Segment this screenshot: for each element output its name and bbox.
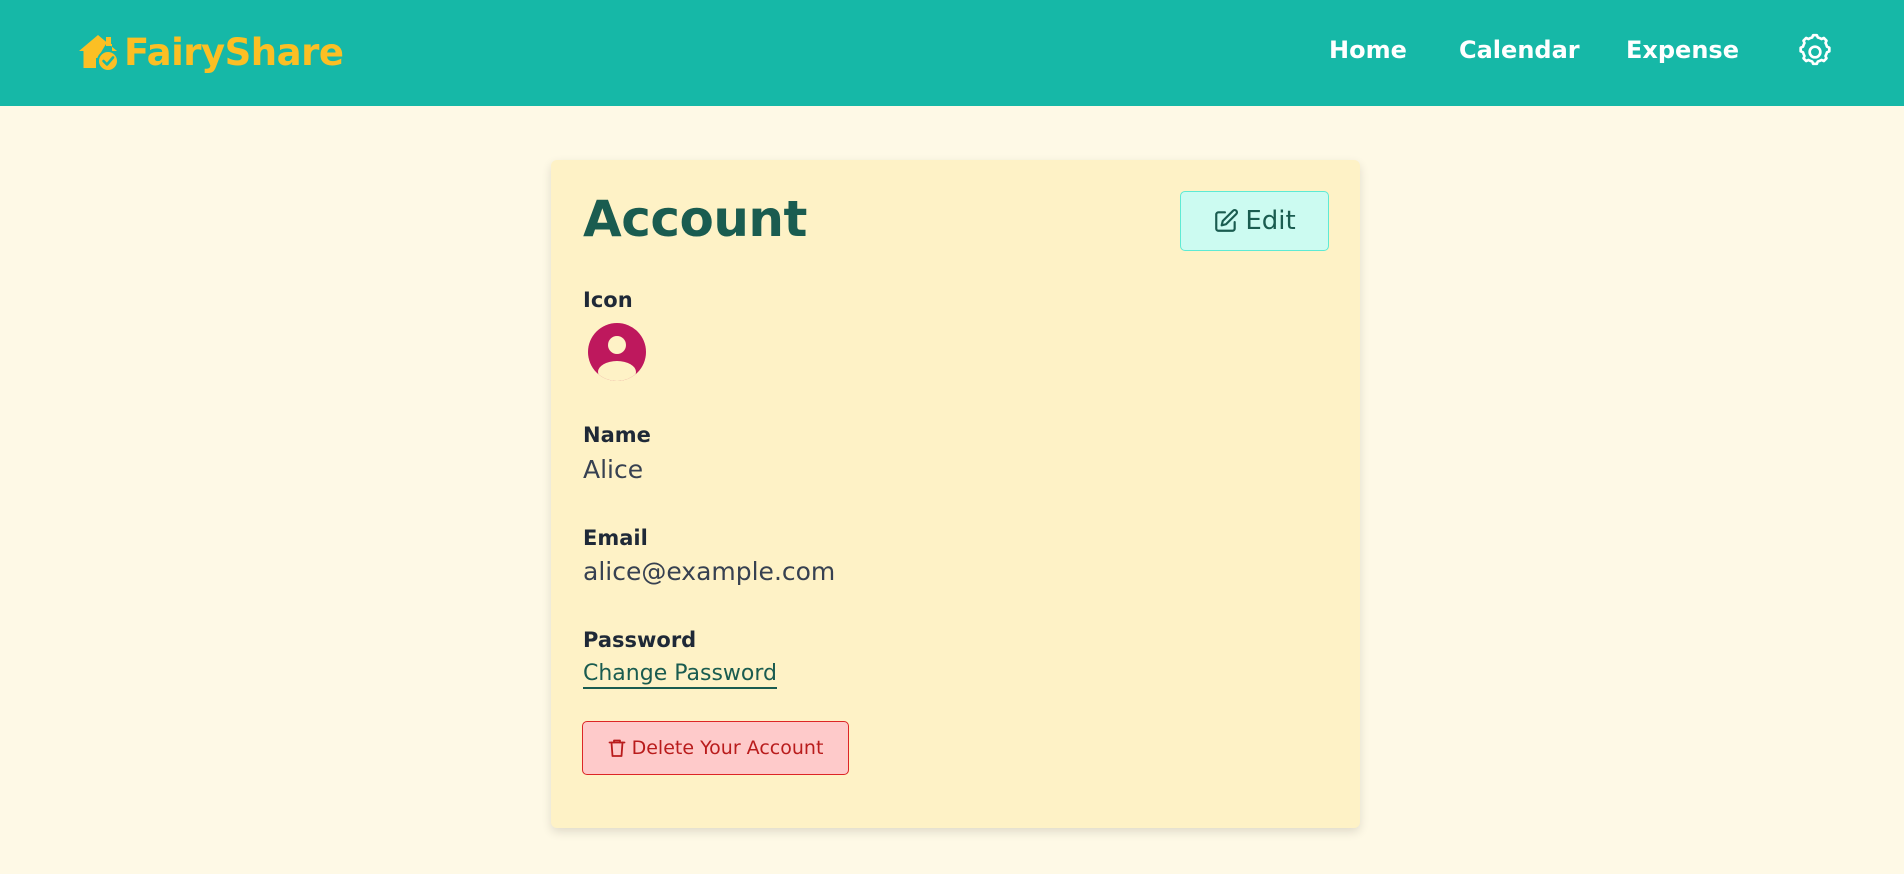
brand-logo[interactable]: FairyShare xyxy=(76,28,344,76)
house-check-icon xyxy=(79,35,119,72)
brand-name: FairyShare xyxy=(124,30,344,74)
password-label: Password xyxy=(583,628,697,652)
nav-home[interactable]: Home xyxy=(1329,36,1407,64)
name-label: Name xyxy=(583,423,651,447)
top-nav-bar: FairyShare Home Calendar Expense xyxy=(0,0,1904,106)
name-value: Alice xyxy=(583,455,644,484)
delete-account-button[interactable]: Delete Your Account xyxy=(582,721,849,775)
user-avatar-icon xyxy=(588,323,646,381)
trash-icon xyxy=(608,739,626,757)
change-password-link[interactable]: Change Password xyxy=(583,661,777,689)
gear-icon[interactable] xyxy=(1795,32,1835,72)
nav-calendar[interactable]: Calendar xyxy=(1459,36,1580,64)
nav-expense[interactable]: Expense xyxy=(1626,36,1739,64)
email-label: Email xyxy=(583,526,648,550)
account-card: Account Edit Icon Name Alice Email alice… xyxy=(551,160,1360,828)
edit-button[interactable]: Edit xyxy=(1180,191,1329,251)
edit-button-label: Edit xyxy=(1245,206,1296,236)
page-title: Account xyxy=(583,190,807,248)
edit-icon xyxy=(1215,209,1239,232)
email-value: alice@example.com xyxy=(583,557,836,586)
icon-label: Icon xyxy=(583,288,633,312)
delete-account-label: Delete Your Account xyxy=(631,737,824,759)
